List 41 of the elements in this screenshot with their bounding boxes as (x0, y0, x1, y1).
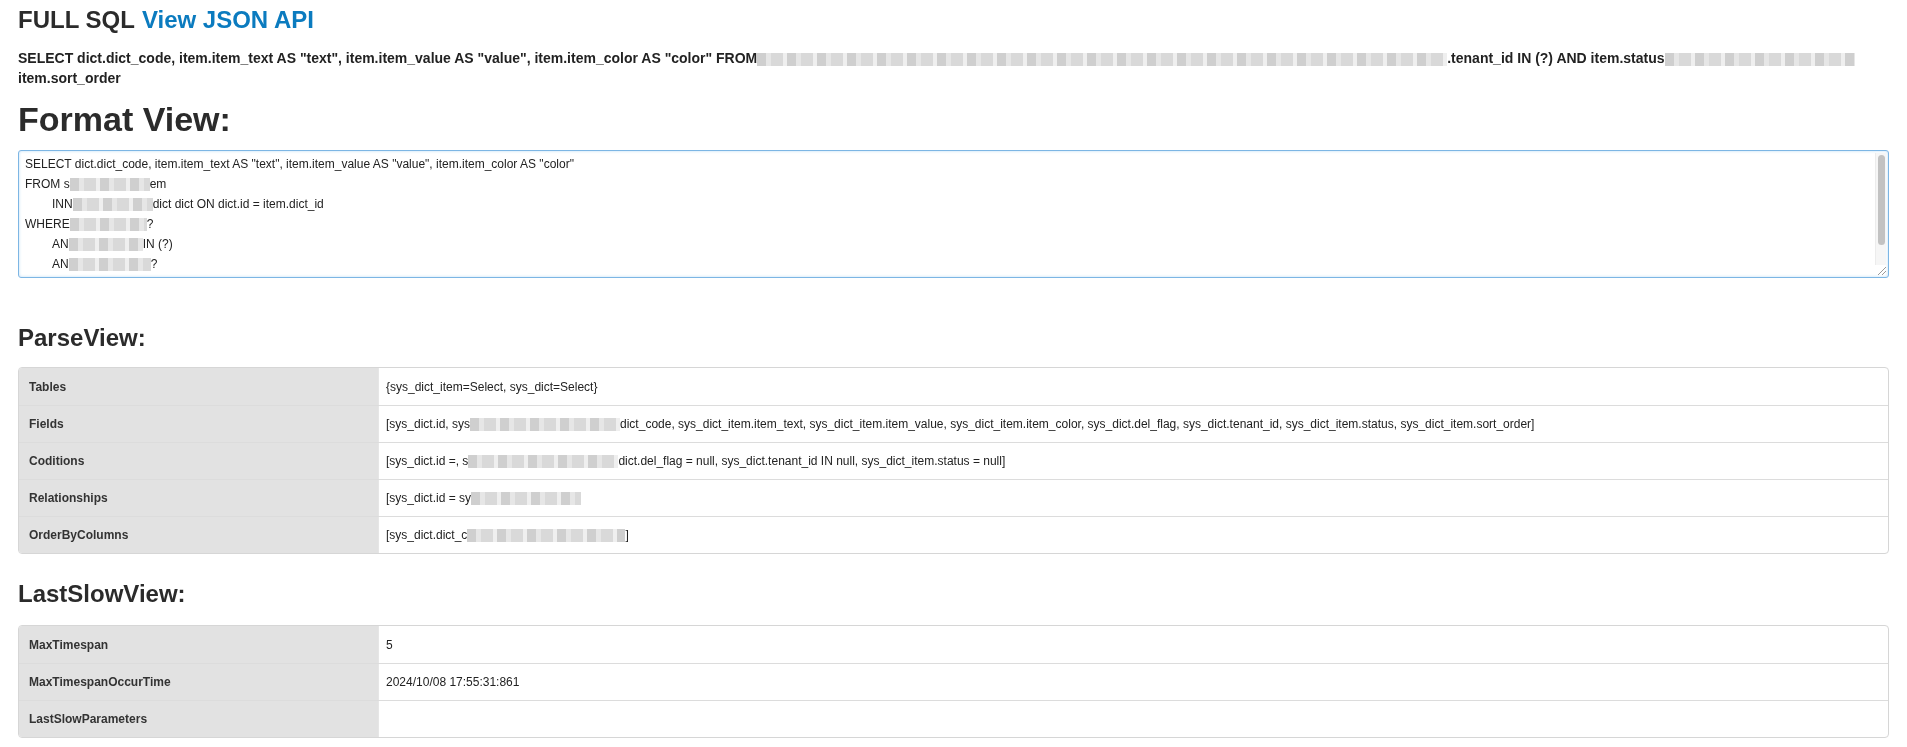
row-header: OrderByColumns (19, 517, 378, 553)
json-api-link[interactable]: View JSON API (141, 5, 314, 35)
page-title: FULL SQL (18, 5, 135, 35)
row-header: Relationships (19, 480, 378, 516)
cell-text: [sys_dict.id =, s (386, 453, 469, 470)
sql-text: WHERE (25, 216, 70, 233)
row-header: Coditions (19, 443, 378, 479)
sql-text: SELECT dict.dict_code, item.item_text AS "text", item.item_value AS "value", item.item_color AS "color" (25, 156, 574, 173)
sql-text: SELECT dict.dict_code, item.item_text AS "text", item.item_value AS "value", item.item_color AS "color" FROM (18, 50, 758, 66)
cell-text: dict_code, sys_dict_item.item_text, sys_dict_item.item_value, sys_dict_item.item_color, sys_dict.del_flag, sys_dict.tenant_id, sys_dict_item.status, sys_dict_item.sort_order] (620, 416, 1535, 433)
sql-text: AN (52, 256, 69, 273)
cell-text: 5 (386, 636, 393, 654)
cell-text: [sys_dict.dict_c (386, 527, 468, 544)
sql-text: dict dict ON dict.id = item.dict_id (152, 196, 324, 213)
cell-text: dict.del_flag = null, sys_dict.tenant_id IN null, sys_dict_item.status = null] (618, 453, 1006, 470)
sql-text: INN (52, 196, 73, 213)
cell-text: 2024/10/08 17:55:31:861 (386, 674, 520, 691)
sql-text: .tenant_id IN (?) AND item.status (1447, 50, 1665, 66)
sql-text: FROM s (25, 176, 70, 193)
sql-text: ? (150, 256, 158, 273)
scrollbar-thumb[interactable] (1877, 155, 1885, 245)
cell-text: ] (625, 527, 629, 544)
resize-grip-icon[interactable] (1878, 267, 1886, 275)
sql-text: AN (52, 236, 69, 253)
cell-text: [sys_dict.id, sys (386, 416, 471, 433)
sql-text-area[interactable]: SELECT dict.dict_code, item.item_text AS "text", item.item_value AS "value", item.item_color AS "color" FROM s em INN dict dict ON dict.id = item.dict_id WHERE ? AN IN (?) AN ? (18, 150, 1889, 278)
section-heading: LastSlowView: (18, 579, 187, 609)
cell-text: {sys_dict_item=Select, sys_dict=Select} (386, 378, 598, 396)
sql-text: em (149, 176, 167, 193)
cell-text: [sys_dict.id = sy (386, 490, 472, 507)
sql-text: ? (146, 216, 154, 233)
row-header: MaxTimespan (19, 626, 378, 663)
sql-text: IN (?) (142, 236, 173, 253)
row-header: Tables (19, 368, 378, 405)
section-heading: ParseView: (18, 323, 147, 353)
row-header: Fields (19, 406, 378, 442)
row-header: MaxTimespanOccurTime (19, 664, 378, 700)
section-heading: Format View: (18, 99, 232, 139)
scrollbar-track[interactable] (1875, 153, 1886, 265)
sql-text: item.sort_order (18, 70, 121, 86)
row-header: LastSlowParameters (19, 701, 378, 737)
